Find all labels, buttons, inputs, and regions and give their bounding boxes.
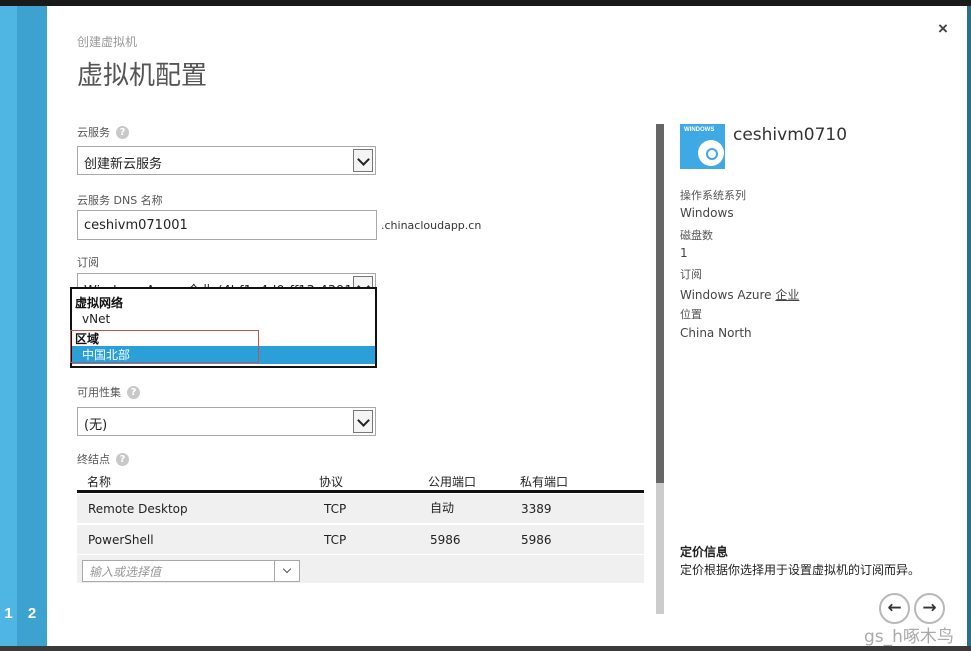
column-header-private-port: 私有端口: [520, 475, 569, 489]
endpoint-private-port: 5986: [521, 533, 552, 547]
availability-set-label-text: 可用性集: [77, 386, 121, 399]
location-label: 位置: [680, 308, 702, 321]
subscription-summary-label: 订阅: [680, 268, 702, 281]
disk-count-label: 磁盘数: [680, 229, 713, 242]
header-divider: [77, 490, 644, 493]
column-header-public-port: 公用端口: [428, 475, 477, 489]
scrollbar-thumb[interactable]: [656, 124, 664, 483]
cloud-service-label: 云服务?: [77, 124, 129, 140]
step-number: 1: [4, 605, 13, 622]
disc-icon: [698, 140, 724, 166]
chevron-down-icon[interactable]: [353, 149, 373, 172]
endpoints-label: 终结点?: [77, 451, 129, 467]
column-header-protocol: 协议: [319, 475, 344, 489]
chevron-down-icon[interactable]: [274, 561, 299, 581]
endpoint-protocol: TCP: [324, 502, 347, 516]
os-family-value: Windows: [680, 206, 734, 220]
pricing-title: 定价信息: [680, 545, 729, 559]
availability-set-label: 可用性集?: [77, 384, 140, 400]
windows-disk-icon: WINDOWS: [680, 124, 725, 169]
new-endpoint-row: [77, 555, 644, 583]
back-arrow-button[interactable]: ←: [879, 593, 910, 624]
wizard-step-2[interactable]: 2: [17, 6, 47, 646]
step-number: 2: [27, 605, 37, 622]
dns-suffix: .chinacloudapp.cn: [381, 219, 482, 232]
table-row[interactable]: PowerShell TCP 5986 5986: [77, 525, 644, 554]
dns-name-label: 云服务 DNS 名称: [77, 194, 163, 207]
vm-name: ceshivm0710: [733, 125, 848, 145]
pricing-text: 定价根据你选择用于设置虚拟机的订阅而异。: [680, 563, 921, 577]
endpoint-name: PowerShell: [88, 533, 154, 547]
endpoint-private-port: 3389: [521, 502, 552, 516]
help-icon[interactable]: ?: [116, 126, 129, 139]
watermark: gs_h啄木鸟: [864, 627, 954, 647]
windows-icon-label: WINDOWS: [684, 127, 715, 133]
endpoint-name: Remote Desktop: [88, 502, 188, 516]
breadcrumb: 创建虚拟机: [77, 35, 138, 49]
window-top-border: [0, 0, 971, 6]
subscription-tier-link[interactable]: 企业: [775, 288, 799, 302]
window-right-border: [967, 6, 971, 646]
window-bottom-border: [0, 646, 971, 651]
dns-name-input[interactable]: ceshivm071001: [77, 210, 377, 240]
os-family-label: 操作系统系列: [680, 189, 746, 202]
column-header-name: 名称: [87, 475, 112, 489]
help-icon[interactable]: ?: [127, 386, 140, 399]
cloud-service-label-text: 云服务: [77, 126, 110, 139]
page-title: 虚拟机配置: [77, 61, 208, 91]
endpoint-protocol: TCP: [324, 533, 347, 547]
dropdown-group-virtual-network: 虚拟网络: [75, 296, 124, 310]
new-endpoint-combobox[interactable]: [82, 560, 300, 582]
next-arrow-button[interactable]: →: [914, 593, 945, 624]
chevron-down-icon[interactable]: [353, 410, 373, 433]
cloud-service-value: 创建新云服务: [84, 157, 163, 172]
availability-set-value: (无): [84, 418, 108, 433]
new-endpoint-input[interactable]: [83, 562, 275, 582]
table-row[interactable]: Remote Desktop TCP 自动 3389: [77, 494, 644, 523]
subscription-summary-value: Windows Azure 企业: [680, 286, 799, 303]
dropdown-option-vnet[interactable]: vNet: [72, 312, 375, 329]
cloud-service-select[interactable]: 创建新云服务: [77, 146, 376, 175]
endpoints-label-text: 终结点: [77, 453, 110, 466]
close-icon[interactable]: ×: [938, 19, 948, 39]
help-icon[interactable]: ?: [116, 453, 129, 466]
wizard-step-1[interactable]: 1: [0, 6, 17, 646]
endpoint-public-port: 自动: [430, 501, 455, 515]
location-value: China North: [680, 326, 752, 340]
disk-count-value: 1: [680, 246, 688, 260]
subscription-summary-text: Windows Azure: [680, 288, 776, 302]
endpoint-public-port: 5986: [430, 533, 461, 547]
subscription-label: 订阅: [77, 256, 99, 269]
availability-set-select[interactable]: (无): [77, 407, 376, 436]
highlight-annotation-box: [70, 330, 259, 363]
